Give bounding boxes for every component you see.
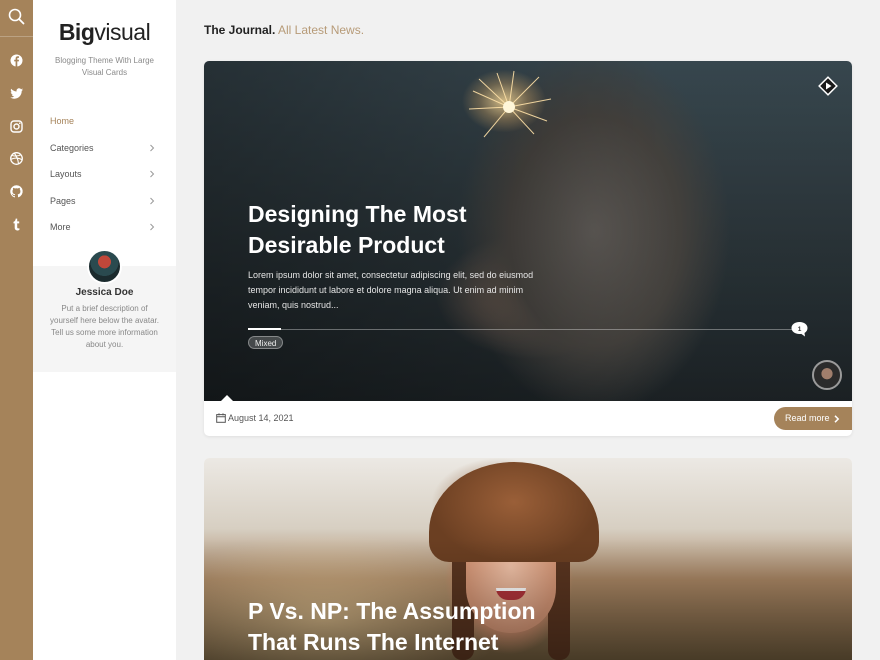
page-title-light: All Latest News. [278, 23, 365, 37]
nav-item-home[interactable]: Home [33, 108, 176, 135]
chevron-right-icon [150, 223, 155, 231]
chevron-right-icon [150, 144, 155, 151]
nav-item-pages[interactable]: Pages [33, 188, 176, 215]
logo-light: visual [94, 19, 151, 45]
nav-item-label: Pages [50, 195, 76, 206]
author-name: Jessica Doe [75, 287, 134, 298]
post-date: August 14, 2021 [228, 413, 294, 423]
chevron-right-icon [150, 197, 155, 204]
nav-item-label: More [50, 222, 71, 232]
main-content: The Journal. All Latest News. Designing … [176, 0, 880, 660]
post-divider-accent [248, 328, 281, 330]
twitter-icon[interactable] [9, 86, 24, 101]
post-meta: August 14, 2021 Read more [204, 401, 852, 436]
comment-count: 1 [798, 326, 802, 333]
calendar-icon [216, 413, 226, 423]
post-featured-image[interactable]: Designing The Most Desirable Product Lor… [204, 61, 852, 402]
read-more-label: Read more [785, 413, 830, 423]
instagram-icon[interactable] [9, 119, 24, 134]
nav-item-layouts[interactable]: Layouts [33, 161, 176, 188]
tumblr-icon[interactable] [9, 217, 24, 232]
social-rail [0, 0, 33, 660]
post-card: Designing The Most Desirable Product Lor… [204, 61, 852, 436]
facebook-icon[interactable] [9, 53, 24, 68]
category-tag[interactable]: Mixed [248, 336, 284, 349]
nav-item-label: Home [50, 116, 75, 126]
search-icon[interactable] [8, 8, 25, 25]
logo-bold: Big [58, 19, 95, 45]
nav-item-label: Layouts [50, 169, 82, 179]
site-logo[interactable]: Bigvisual [33, 19, 176, 46]
main-nav: Home Categories Layouts Pages More [33, 108, 176, 241]
chevron-right-icon [150, 170, 155, 178]
nav-item-more[interactable]: More [33, 214, 176, 241]
sparkler-graphic [468, 70, 552, 138]
post-title[interactable]: Designing The Most Desirable Product [248, 199, 548, 261]
post-excerpt: Lorem ipsum dolor sit amet, consectetur … [248, 270, 534, 310]
github-icon[interactable] [9, 184, 24, 199]
dribbble-icon[interactable] [9, 151, 24, 166]
chevron-right-icon [834, 415, 840, 423]
post-card: P Vs. NP: The Assumption That Runs The I… [204, 458, 852, 660]
video-format-icon [818, 76, 838, 96]
sidebar: Bigvisual Blogging Theme With Large Visu… [33, 0, 176, 660]
site-tagline: Blogging Theme With Large Visual Cards [54, 56, 155, 77]
post-featured-image[interactable]: P Vs. NP: The Assumption That Runs The I… [204, 458, 852, 660]
nav-item-label: Categories [50, 142, 94, 153]
page-title: The Journal. All Latest News. [204, 23, 364, 37]
post-divider [248, 329, 798, 330]
comment-count-badge[interactable]: 1 [790, 321, 809, 338]
nav-item-categories[interactable]: Categories [33, 135, 176, 162]
author-avatar[interactable] [87, 249, 122, 284]
read-more-button[interactable]: Read more [774, 407, 852, 430]
post-author-avatar[interactable] [812, 360, 842, 390]
post-title[interactable]: P Vs. NP: The Assumption That Runs The I… [248, 596, 568, 658]
page-title-bold: The Journal. [204, 23, 276, 37]
rail-divider [0, 36, 33, 37]
author-description: Put a brief description of yourself here… [50, 304, 159, 349]
